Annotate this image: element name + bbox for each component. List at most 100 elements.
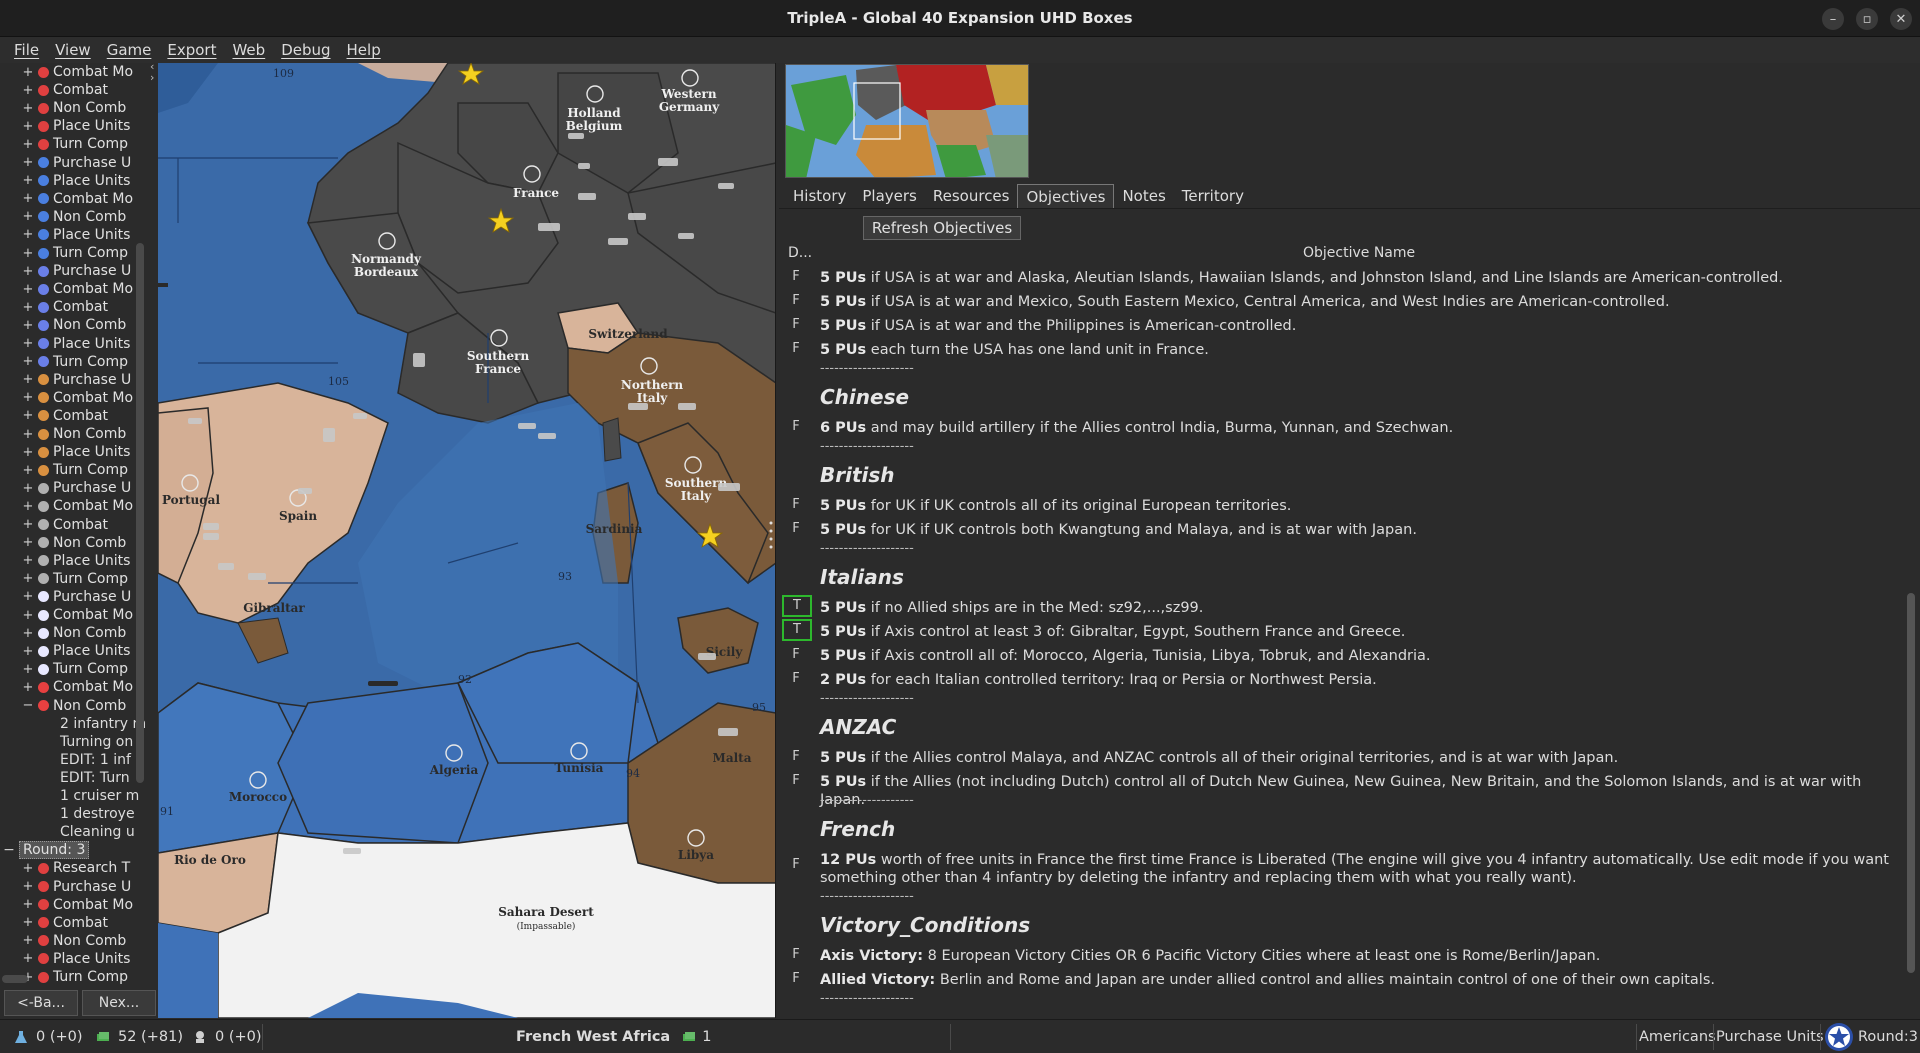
expand-icon[interactable]: + — [22, 372, 34, 387]
mini-map[interactable] — [785, 64, 1029, 178]
tree-event-item[interactable]: Cleaning u — [0, 823, 150, 841]
tree-step-item[interactable]: + Place Units — [0, 552, 150, 570]
close-icon[interactable]: ✕ — [1890, 8, 1912, 30]
tree-step-item[interactable]: + Purchase U — [0, 479, 150, 497]
menu-view[interactable]: View — [47, 41, 99, 59]
expand-icon[interactable]: + — [22, 390, 34, 405]
expand-icon[interactable]: + — [22, 589, 34, 604]
tree-step-item[interactable]: + Combat Mo — [0, 190, 150, 208]
expand-icon[interactable]: + — [22, 300, 34, 315]
tree-event-item[interactable]: 1 destroye — [0, 805, 150, 823]
maximize-icon[interactable]: ▫ — [1856, 8, 1878, 30]
column-objective-name[interactable]: Objective Name — [1303, 245, 1415, 261]
expand-icon[interactable]: + — [22, 227, 34, 242]
tree-step-item[interactable]: + Turn Comp — [0, 660, 150, 678]
expand-icon[interactable]: + — [22, 644, 34, 659]
refresh-objectives-button[interactable]: Refresh Objectives — [863, 216, 1021, 240]
tree-vertical-scrollbar[interactable] — [136, 243, 144, 783]
tree-step-item[interactable]: − Non Comb — [0, 697, 150, 715]
expand-icon[interactable]: + — [22, 119, 34, 134]
menu-help[interactable]: Help — [339, 41, 389, 59]
tree-step-item[interactable]: + Purchase U — [0, 154, 150, 172]
expand-icon[interactable]: + — [22, 879, 34, 894]
tree-step-item[interactable]: + Combat Mo — [0, 896, 150, 914]
game-map[interactable]: 109 105 93 92 95 94 91 Holland Belgium We… — [158, 63, 776, 1018]
history-tree[interactable]: + Combat Mo + Combat + Non Comb + Place Units + T… — [0, 63, 160, 990]
tree-event-item[interactable]: Turning on — [0, 733, 150, 751]
tree-event-item[interactable]: EDIT: Turn — [0, 769, 150, 787]
expand-icon[interactable]: + — [22, 83, 34, 98]
expand-icon[interactable]: + — [22, 101, 34, 116]
expand-icon[interactable]: + — [22, 137, 34, 152]
tree-step-item[interactable]: + Place Units — [0, 117, 150, 135]
tree-step-item[interactable]: + Place Units — [0, 950, 150, 968]
tree-step-item[interactable]: + Combat Mo — [0, 678, 150, 696]
tree-event-item[interactable]: EDIT: 1 inf — [0, 751, 150, 769]
expand-icon[interactable]: + — [22, 897, 34, 912]
tree-step-item[interactable]: + Combat — [0, 298, 150, 316]
expand-icon[interactable]: + — [22, 915, 34, 930]
column-done[interactable]: D... — [788, 245, 812, 261]
tree-step-item[interactable]: + Turn Comp — [0, 353, 150, 371]
tree-step-item[interactable]: + Combat — [0, 516, 150, 534]
tab-resources[interactable]: Resources — [925, 184, 1018, 208]
expand-icon[interactable]: + — [22, 481, 34, 496]
expand-icon[interactable]: + — [22, 933, 34, 948]
tree-step-item[interactable]: + Non Comb — [0, 624, 150, 642]
expand-icon[interactable]: + — [22, 246, 34, 261]
tree-step-item[interactable]: + Research T — [0, 859, 150, 877]
tree-event-item[interactable]: 1 cruiser m — [0, 787, 150, 805]
objectives-scrollbar[interactable] — [1907, 593, 1915, 973]
tree-step-item[interactable]: + Non Comb — [0, 99, 150, 117]
expand-icon[interactable]: + — [22, 209, 34, 224]
tree-step-item[interactable]: + Turn Comp — [0, 570, 150, 588]
chevron-right-icon[interactable]: › — [150, 71, 154, 84]
back-button[interactable]: <-Ba... — [4, 990, 78, 1016]
tab-notes[interactable]: Notes — [1114, 184, 1173, 208]
tree-step-item[interactable]: + Combat Mo — [0, 497, 150, 515]
expand-icon[interactable]: + — [22, 65, 34, 80]
expand-icon[interactable]: + — [22, 282, 34, 297]
tab-history[interactable]: History — [785, 184, 854, 208]
tree-step-item[interactable]: + Non Comb — [0, 208, 150, 226]
tree-step-item[interactable]: + Combat — [0, 81, 150, 99]
tree-step-item[interactable]: + Combat Mo — [0, 606, 150, 624]
menu-file[interactable]: File — [6, 41, 47, 59]
tree-step-item[interactable]: + Combat — [0, 407, 150, 425]
tree-step-item[interactable]: + Non Comb — [0, 534, 150, 552]
tree-step-item[interactable]: + Purchase U — [0, 588, 150, 606]
expand-icon[interactable]: + — [22, 571, 34, 586]
tab-objectives[interactable]: Objectives — [1017, 184, 1115, 208]
collapse-icon[interactable]: − — [3, 842, 15, 858]
menu-game[interactable]: Game — [99, 41, 160, 59]
tab-territory[interactable]: Territory — [1174, 184, 1252, 208]
expand-icon[interactable]: + — [22, 155, 34, 170]
expand-icon[interactable]: + — [22, 354, 34, 369]
expand-icon[interactable]: + — [22, 680, 34, 695]
expand-icon[interactable]: + — [22, 336, 34, 351]
tree-step-item[interactable]: + Place Units — [0, 443, 150, 461]
tree-step-item[interactable]: + Turn Comp — [0, 461, 150, 479]
tree-step-item[interactable]: + Combat Mo — [0, 63, 150, 81]
expand-icon[interactable]: + — [22, 517, 34, 532]
tree-step-item[interactable]: + Place Units — [0, 335, 150, 353]
menu-web[interactable]: Web — [224, 41, 273, 59]
tree-step-item[interactable]: + Purchase U — [0, 262, 150, 280]
tree-step-item[interactable]: + Purchase U — [0, 878, 150, 896]
tree-step-item[interactable]: + Non Comb — [0, 932, 150, 950]
tree-step-item[interactable]: + Place Units — [0, 172, 150, 190]
expand-icon[interactable]: + — [22, 626, 34, 641]
menu-export[interactable]: Export — [159, 41, 224, 59]
tree-step-item[interactable]: + Turn Comp — [0, 135, 150, 153]
tab-players[interactable]: Players — [854, 184, 925, 208]
expand-icon[interactable]: + — [22, 445, 34, 460]
tree-step-item[interactable]: + Non Comb — [0, 425, 150, 443]
tree-round-node[interactable]: − Round: 3 — [0, 841, 150, 860]
menu-debug[interactable]: Debug — [273, 41, 338, 59]
expand-icon[interactable]: + — [22, 427, 34, 442]
next-button[interactable]: Nex... — [82, 990, 156, 1016]
tree-step-item[interactable]: + Combat Mo — [0, 280, 150, 298]
expand-icon[interactable]: + — [22, 499, 34, 514]
expand-icon[interactable]: + — [22, 318, 34, 333]
expand-icon[interactable]: + — [22, 951, 34, 966]
